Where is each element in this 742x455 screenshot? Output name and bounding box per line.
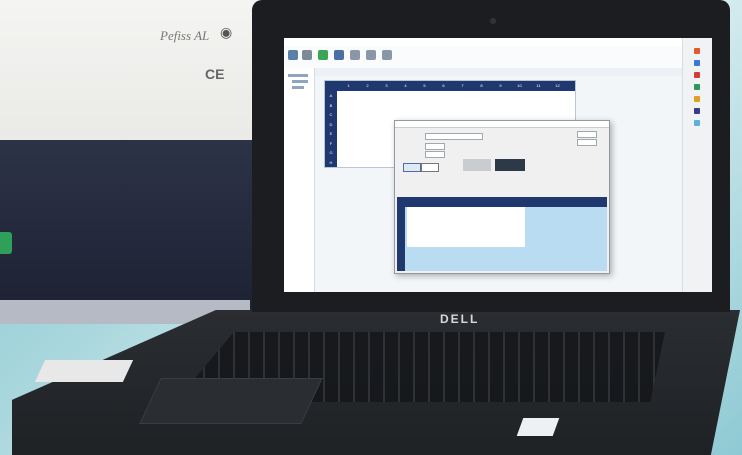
app-icon[interactable] [694,72,700,78]
column-label: 10 [517,83,522,88]
dialog-clear-button[interactable] [421,163,439,172]
column-label: 6 [442,83,445,88]
ce-mark: CE [205,66,225,82]
app-icon[interactable] [694,120,700,126]
column-label: 7 [461,83,464,88]
plate-row-header: A B C D E F G H [325,91,337,167]
row-label: F [329,140,333,146]
dialog-titlebar [395,121,609,128]
save-icon[interactable] [302,50,312,60]
row-label: A [329,93,333,98]
dialog-secondary-button[interactable] [463,159,491,171]
touchpad [139,378,323,424]
webcam [490,18,496,24]
instrument-base [0,140,262,318]
palmrest-sticker [34,360,134,382]
instrument-model-label: Pefiss AL [160,28,210,43]
intel-sticker [516,418,560,436]
dialog-ok-button[interactable] [495,159,525,171]
dialog-input[interactable] [425,143,445,150]
open-icon[interactable] [288,50,298,60]
dialog-apply-button[interactable] [403,163,421,172]
app-icon[interactable] [694,84,700,90]
mini-plate-selection [407,207,525,247]
app-ribbon-toolbar [284,46,712,69]
report-icon[interactable] [366,50,376,60]
row-label: B [329,102,333,108]
app-icon[interactable] [694,96,700,102]
row-label: E [329,131,333,136]
app-tab-bar [314,68,712,76]
app-icon[interactable] [694,48,700,54]
app-icon[interactable] [694,108,700,114]
column-label: 11 [536,83,541,88]
column-label: 9 [499,83,502,88]
laptop-brand-logo: DELL [440,312,480,326]
row-label: H [329,159,333,165]
protocol-tree [284,68,315,292]
column-label: 8 [480,83,483,88]
dialog-input[interactable] [577,131,597,138]
column-label: 4 [404,83,407,88]
instrument-logo-icon: ◉ [220,24,233,40]
dialog-input[interactable] [577,139,597,146]
column-label: 2 [366,83,369,88]
laptop-display: 1 2 3 4 5 6 7 8 9 10 11 12 A B C D E F G… [284,38,712,292]
row-label: C [329,112,333,117]
plate-icon[interactable] [334,50,344,60]
run-icon[interactable] [318,50,328,60]
column-label: 1 [347,83,350,88]
plate-column-header: 1 2 3 4 5 6 7 8 9 10 11 12 [325,81,575,91]
column-label: 12 [555,83,560,88]
dialog-dropdown[interactable] [425,133,483,140]
settings-icon[interactable] [350,50,360,60]
mini-plate-row-header [397,207,405,271]
protocol-dialog [394,120,610,274]
tree-item[interactable] [292,80,308,83]
row-label: D [329,121,333,127]
power-button[interactable] [0,232,12,254]
tree-item[interactable] [288,74,308,77]
column-label: 5 [423,83,426,88]
column-label: 3 [385,83,388,88]
tree-item[interactable] [292,86,304,89]
export-icon[interactable] [382,50,392,60]
mini-plate-header [397,197,607,207]
app-icon[interactable] [694,60,700,66]
row-label: G [329,150,333,155]
dialog-input[interactable] [425,151,445,158]
